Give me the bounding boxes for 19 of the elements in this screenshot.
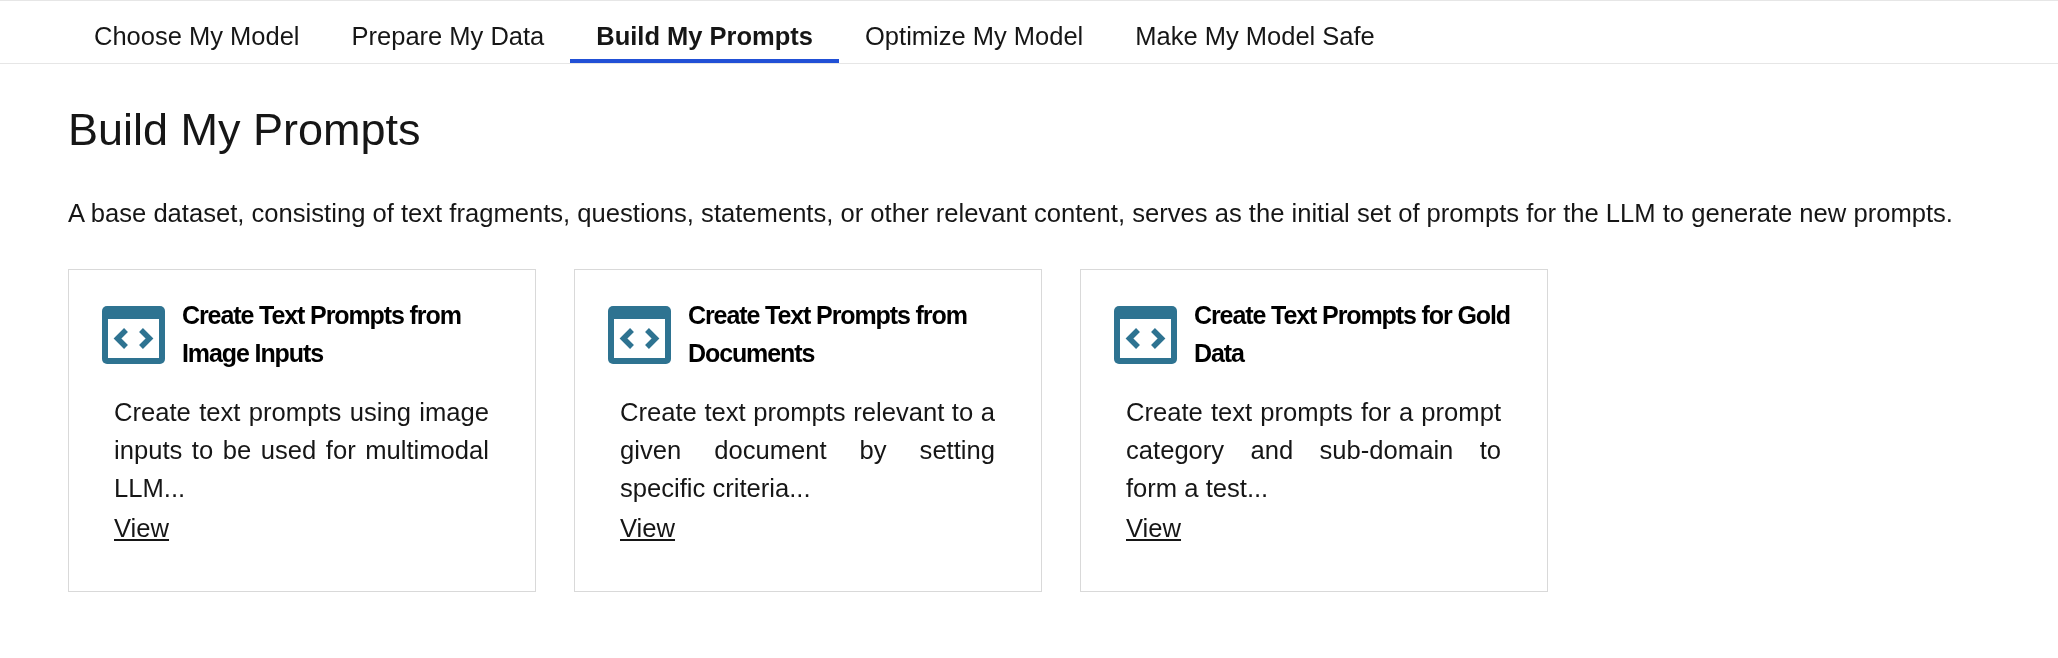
tab[interactable]: Optimize My Model: [839, 1, 1110, 63]
card-description: Create text prompts using image inputs to be used for multimodal LLM...: [114, 397, 489, 504]
card-description: Create text prompts for a prompt category and sub-domain to form a test...: [1126, 397, 1501, 504]
page-description: A base dataset, consisting of text fragments, questions, statements, or other relevant content, serves as the initial set of prompts for the LLM to generate new prompts.: [68, 198, 1953, 229]
tab[interactable]: Make My Model Safe: [1109, 1, 1401, 63]
code-window-icon: [102, 306, 165, 364]
tab[interactable]: Prepare My Data: [325, 1, 571, 63]
view-link[interactable]: View: [114, 509, 169, 547]
code-window-icon: [608, 306, 671, 364]
card-title: Create Text Prompts from Image Inputs: [182, 300, 462, 369]
card-title: Create Text Prompts from Documents: [688, 300, 968, 369]
card-description: Create text prompts relevant to a given document by setting specific criteria...: [620, 397, 995, 504]
tab[interactable]: Choose My Model: [68, 1, 326, 63]
page-title: Build My Prompts: [68, 103, 421, 157]
card-title: Create Text Prompts for Gold Data: [1194, 300, 1511, 369]
view-link[interactable]: View: [620, 509, 675, 547]
tab[interactable]: Build My Prompts: [570, 1, 840, 63]
view-link[interactable]: View: [1126, 509, 1181, 547]
code-window-icon: [1114, 306, 1177, 364]
